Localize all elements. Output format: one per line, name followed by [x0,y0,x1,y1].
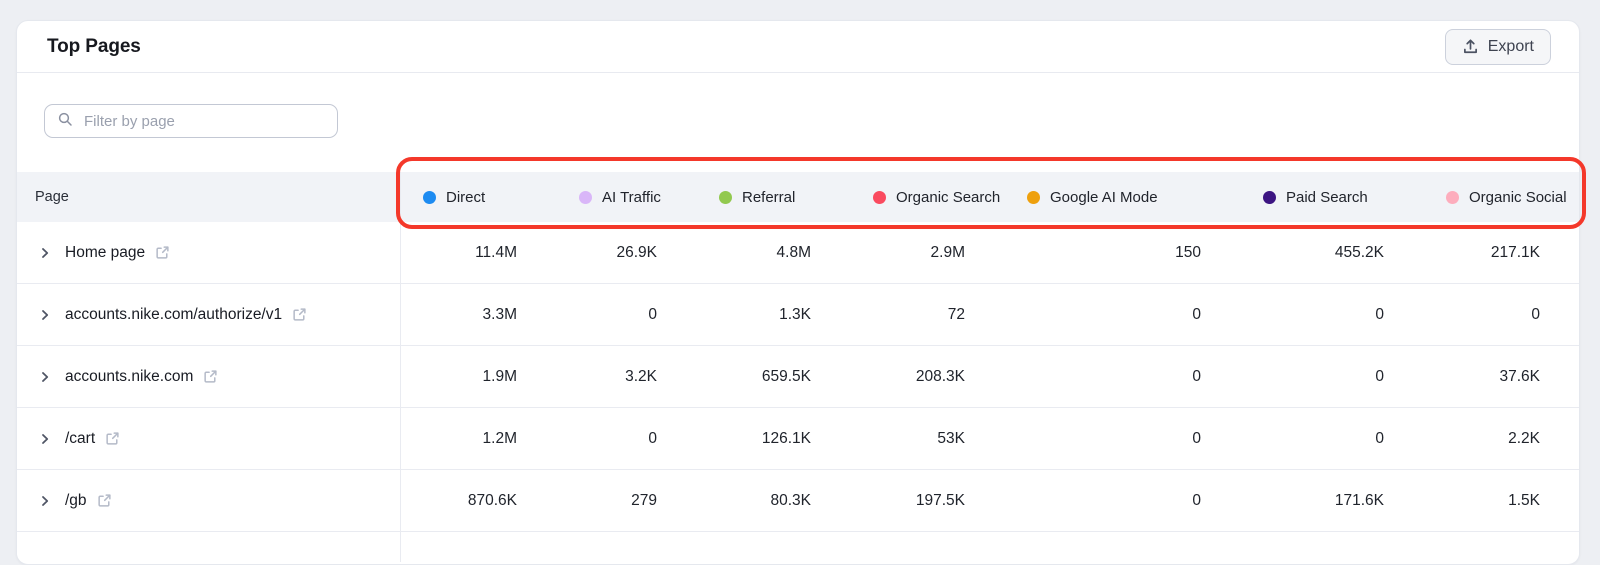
column-header-label: Paid Search [1286,188,1368,206]
external-link-icon[interactable] [292,307,307,322]
cell-referral: 126.1K [761,429,811,447]
top-pages-panel: Top Pages Export Page [16,20,1580,565]
chevron-right-icon[interactable] [39,433,51,445]
cell-organic-search: 208.3K [915,367,965,385]
cell-ai-traffic: 0 [648,305,657,323]
column-header-label: Referral [742,188,796,206]
cell-organic-social: 2.2K [1508,429,1540,447]
cell-organic-search: 72 [947,305,965,323]
column-header-label: AI Traffic [602,188,661,206]
legend-dot-organic-search [873,190,886,204]
search-icon [57,111,73,132]
page-name: accounts.nike.com [65,367,194,385]
legend-dot-google-ai-mode [1027,190,1040,204]
cell-paid-search: 0 [1375,429,1384,447]
page-name: Home page [65,243,146,261]
legend-dot-organic-social [1446,190,1459,204]
chevron-right-icon[interactable] [39,247,51,259]
filter-field[interactable] [44,104,338,138]
cell-direct: 870.6K [467,491,517,509]
cell-direct: 3.3M [482,305,517,323]
table-row-partial [17,532,1579,562]
cell-referral: 659.5K [761,367,811,385]
export-button[interactable]: Export [1444,28,1551,65]
chevron-right-icon[interactable] [39,495,51,507]
table-row[interactable]: /cart 1.2M 0 126.1K 53K 0 0 2.2K [17,408,1579,470]
column-header-paid-search[interactable]: Paid Search [1241,172,1424,222]
page-name: accounts.nike.com/authorize/v1 [65,305,283,323]
legend-dot-referral [719,190,732,204]
cell-ai-traffic: 3.2K [625,367,657,385]
panel-header: Top Pages Export [17,21,1579,73]
page-name: /cart [65,429,96,447]
column-header-label: Google AI Mode [1050,188,1158,206]
cell-google-ai-mode: 0 [1192,429,1201,447]
column-header-ai-traffic[interactable]: AI Traffic [557,172,697,222]
table-row[interactable]: Home page 11.4M 26.9K 4.8M 2.9M 150 455.… [17,222,1579,284]
cell-direct: 11.4M [475,243,517,261]
chevron-right-icon[interactable] [39,371,51,383]
export-icon [1462,38,1479,55]
filter-input[interactable] [82,111,325,131]
export-button-label: Export [1487,37,1534,55]
table-row[interactable]: accounts.nike.com/authorize/v1 3.3M 0 1.… [17,284,1579,346]
column-header-label: Organic Social [1469,188,1567,206]
page-title: Top Pages [47,35,141,57]
cell-organic-search: 2.9M [930,243,965,261]
cell-organic-search: 53K [937,429,965,447]
legend-dot-ai-traffic [579,190,592,204]
cell-referral: 4.8M [776,243,811,261]
column-header-direct[interactable]: Direct [401,172,557,222]
column-header-referral[interactable]: Referral [697,172,851,222]
cell-ai-traffic: 279 [631,491,657,509]
cell-paid-search: 171.6K [1334,491,1384,509]
table-row[interactable]: accounts.nike.com 1.9M 3.2K 659.5K 208.3… [17,346,1579,408]
cell-organic-social: 1.5K [1508,491,1540,509]
cell-organic-social: 217.1K [1490,243,1540,261]
cell-direct: 1.9M [482,367,517,385]
external-link-icon[interactable] [105,431,120,446]
column-header-organic-search[interactable]: Organic Search [851,172,1005,222]
page-name: /gb [65,491,87,509]
cell-organic-social: 0 [1531,305,1540,323]
cell-google-ai-mode: 0 [1192,367,1201,385]
column-header-label: Direct [446,188,486,206]
cell-direct: 1.2M [482,429,517,447]
column-header-page[interactable]: Page [17,172,401,222]
cell-google-ai-mode: 0 [1192,491,1201,509]
external-link-icon[interactable] [155,245,170,260]
column-header-organic-social[interactable]: Organic Social [1424,172,1579,222]
external-link-icon[interactable] [203,369,218,384]
table-row[interactable]: /gb 870.6K 279 80.3K 197.5K 0 171.6K 1.5… [17,470,1579,532]
cell-paid-search: 455.2K [1334,243,1384,261]
cell-google-ai-mode: 150 [1175,243,1201,261]
legend-dot-direct [423,190,436,204]
filter-area [17,73,1579,172]
cell-referral: 1.3K [779,305,811,323]
cell-paid-search: 0 [1375,305,1384,323]
cell-referral: 80.3K [770,491,811,509]
cell-organic-search: 197.5K [915,491,965,509]
table-header-row: Page Direct AI Traffic Referral Organic … [17,172,1579,222]
column-header-label: Organic Search [896,188,1001,206]
legend-dot-paid-search [1263,190,1276,204]
column-header-google-ai-mode[interactable]: Google AI Mode [1005,172,1241,222]
cell-organic-social: 37.6K [1499,367,1540,385]
cell-ai-traffic: 26.9K [616,243,657,261]
cell-paid-search: 0 [1375,367,1384,385]
external-link-icon[interactable] [97,493,112,508]
chevron-right-icon[interactable] [39,309,51,321]
cell-ai-traffic: 0 [648,429,657,447]
cell-google-ai-mode: 0 [1192,305,1201,323]
